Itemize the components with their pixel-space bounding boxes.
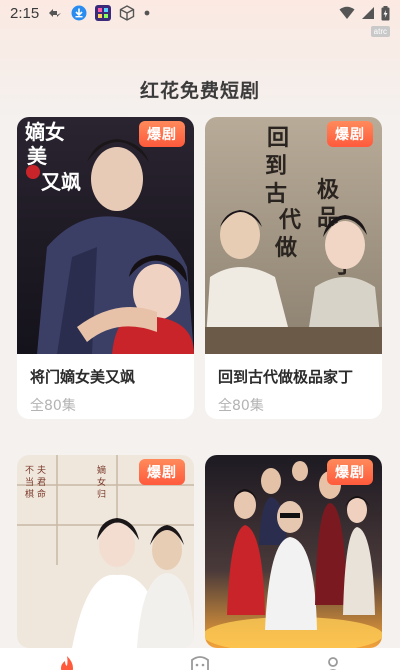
battery-icon	[381, 5, 390, 20]
status-time: 2:15	[10, 4, 40, 22]
drama-card[interactable]: 回 到 古 代 做 极 品 家 丁 爆剧 回到古	[205, 117, 382, 419]
profile-icon[interactable]	[321, 654, 345, 670]
svg-text:做: 做	[274, 235, 298, 261]
svg-text:嫡: 嫡	[97, 464, 106, 476]
hot-tag: 爆剧	[327, 121, 373, 147]
drama-poster[interactable]: 嫡女 美 又飒 爆剧	[17, 117, 194, 354]
drama-poster[interactable]: 爆剧	[205, 455, 382, 648]
svg-text:棋: 棋	[25, 488, 34, 500]
svg-text:极: 极	[317, 177, 340, 203]
app-notification-icon	[95, 5, 112, 21]
svg-text:君: 君	[37, 477, 46, 488]
poster-image: 嫡女 美 又飒	[17, 117, 194, 354]
drama-card[interactable]: 爆剧	[205, 455, 382, 648]
poster-image: 回 到 古 代 做 极 品 家 丁	[205, 117, 382, 354]
theater-icon[interactable]	[188, 654, 212, 670]
home-flame-icon[interactable]	[55, 654, 79, 670]
svg-text:回: 回	[267, 125, 289, 151]
cube-icon	[120, 5, 135, 21]
hot-tag: 爆剧	[139, 121, 185, 147]
dot-icon	[144, 10, 150, 16]
download-icon	[71, 5, 87, 21]
hot-tag: 爆剧	[327, 459, 373, 485]
svg-text:代: 代	[278, 207, 301, 233]
drama-card[interactable]: 嫡女 美 又飒 爆剧 将门嫡女美又飒 全80集	[17, 117, 194, 419]
wifi-icon	[339, 6, 355, 19]
drama-card[interactable]: 不当棋 夫君命 嫡女归 爆剧	[17, 455, 194, 648]
hot-tag: 爆剧	[139, 459, 185, 485]
drama-title: 回到古代做极品家丁	[218, 368, 354, 386]
svg-text:女: 女	[97, 476, 106, 488]
svg-text:美: 美	[27, 144, 48, 168]
drama-poster[interactable]: 不当棋 夫君命 嫡女归 爆剧	[17, 455, 194, 648]
drama-poster[interactable]: 回 到 古 代 做 极 品 家 丁 爆剧	[205, 117, 382, 354]
svg-text:夫: 夫	[37, 464, 46, 476]
svg-text:又飒: 又飒	[41, 170, 81, 194]
episode-count: 全80集	[218, 398, 264, 414]
svg-text:古: 古	[265, 181, 287, 207]
page-title: 红花免费短剧	[139, 80, 260, 102]
signal-icon	[362, 7, 374, 19]
svg-text:归: 归	[97, 488, 106, 500]
poster-title-text: 嫡女	[25, 120, 65, 144]
svg-text:不: 不	[25, 465, 34, 476]
drama-title: 将门嫡女美又飒	[30, 368, 136, 386]
data-sync-icon	[49, 9, 62, 17]
bottom-navigation	[0, 648, 400, 670]
svg-text:命: 命	[37, 488, 46, 500]
corner-label: atrc	[370, 26, 390, 37]
episode-count: 全80集	[30, 398, 76, 414]
svg-text:到: 到	[265, 153, 287, 179]
status-bar: 2:15	[0, 0, 400, 26]
svg-text:当: 当	[25, 476, 34, 488]
